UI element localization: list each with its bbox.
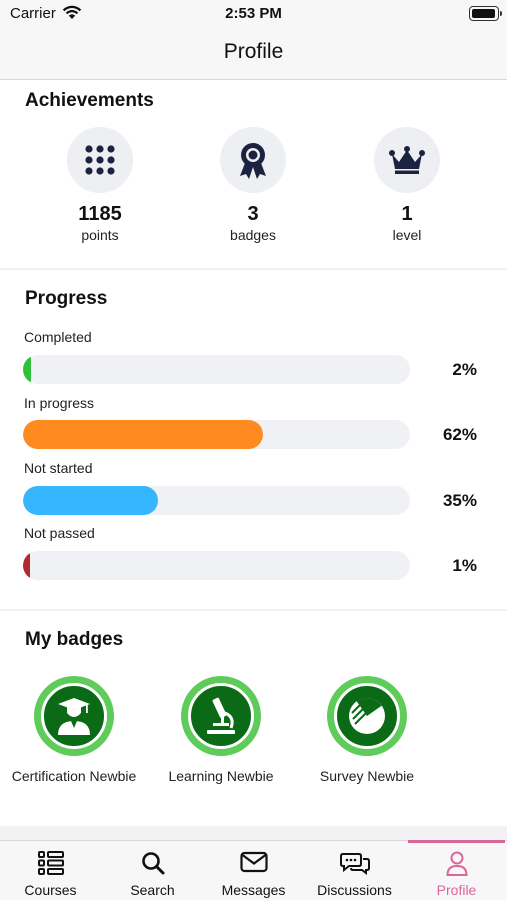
progress-percent-not-started: 35% [442,491,477,510]
award-ribbon-icon [220,127,286,193]
achievement-level: 1 level [342,127,472,243]
progress-fill-not-passed [23,551,30,580]
status-bar: Carrier 2:53 PM [0,0,507,30]
search-icon [102,851,203,875]
tab-bar: Courses Search Messages Discussions Prof… [0,840,507,900]
badge-survey-newbie[interactable]: Survey Newbie [302,676,432,784]
achievement-badges: 3 badges [188,127,318,243]
badge-label: Survey Newbie [319,768,415,784]
tab-courses[interactable]: Courses [0,841,101,900]
points-value: 1185 [78,203,122,225]
courses-list-icon [0,851,101,875]
tab-profile[interactable]: Profile [406,841,507,900]
progress-label-not-passed: Not passed [24,525,95,541]
achievements-section: Achievements 1185 points 3 badges 1 leve… [0,80,507,268]
tab-label: Discussions [317,882,392,898]
user-icon [406,851,507,876]
progress-label-in-progress: In progress [24,395,95,411]
progress-bar-completed [23,355,410,384]
badges-value: 3 [247,203,259,225]
progress-bar-in-progress [23,420,410,449]
grid-dots-icon [67,127,133,193]
battery-icon [469,6,502,21]
tab-label: Courses [24,882,77,898]
page-title: Profile [223,40,284,63]
progress-fill-not-started [23,486,159,515]
survey-chart-icon [334,683,400,749]
progress-fill-in-progress [23,420,263,449]
tab-discussions[interactable]: Discussions [304,841,405,900]
achievements-title: Achievements [25,90,154,111]
envelope-icon [203,851,304,875]
graduate-icon [41,683,107,749]
badge-label: Certification Newbie [11,768,137,784]
tab-messages[interactable]: Messages [203,841,304,900]
badge-certification-newbie[interactable]: Certification Newbie [9,676,139,784]
progress-label-not-started: Not started [24,460,93,476]
chat-bubbles-icon [304,851,405,875]
progress-label-completed: Completed [24,329,92,345]
navigation-bar: Profile [0,30,507,80]
tab-search[interactable]: Search [102,841,203,900]
progress-title: Progress [25,288,108,309]
points-label: points [81,227,119,243]
crown-icon [374,127,440,193]
progress-bar-not-passed [23,551,410,580]
my-badges-title: My badges [25,629,124,650]
achievement-points: 1185 points [35,127,165,243]
progress-percent-completed: 2% [452,360,477,379]
progress-fill-completed [23,355,31,384]
badges-label: badges [230,227,276,243]
progress-bar-not-started [23,486,410,515]
level-label: level [392,227,422,243]
tab-label: Messages [221,882,286,898]
progress-percent-not-passed: 1% [452,556,477,575]
progress-percent-in-progress: 62% [442,425,477,444]
level-value: 1 [401,203,413,225]
tab-label: Search [130,882,175,898]
tab-label: Profile [436,882,477,898]
status-time: 2:53 PM [225,5,282,22]
badge-learning-newbie[interactable]: Learning Newbie [156,676,286,784]
progress-section: Progress Completed 2% In progress 62% No… [0,270,507,609]
badge-label: Learning Newbie [168,768,274,784]
microscope-icon [188,683,254,749]
my-badges-section: My badges Certification Newbie Learning … [0,611,507,826]
